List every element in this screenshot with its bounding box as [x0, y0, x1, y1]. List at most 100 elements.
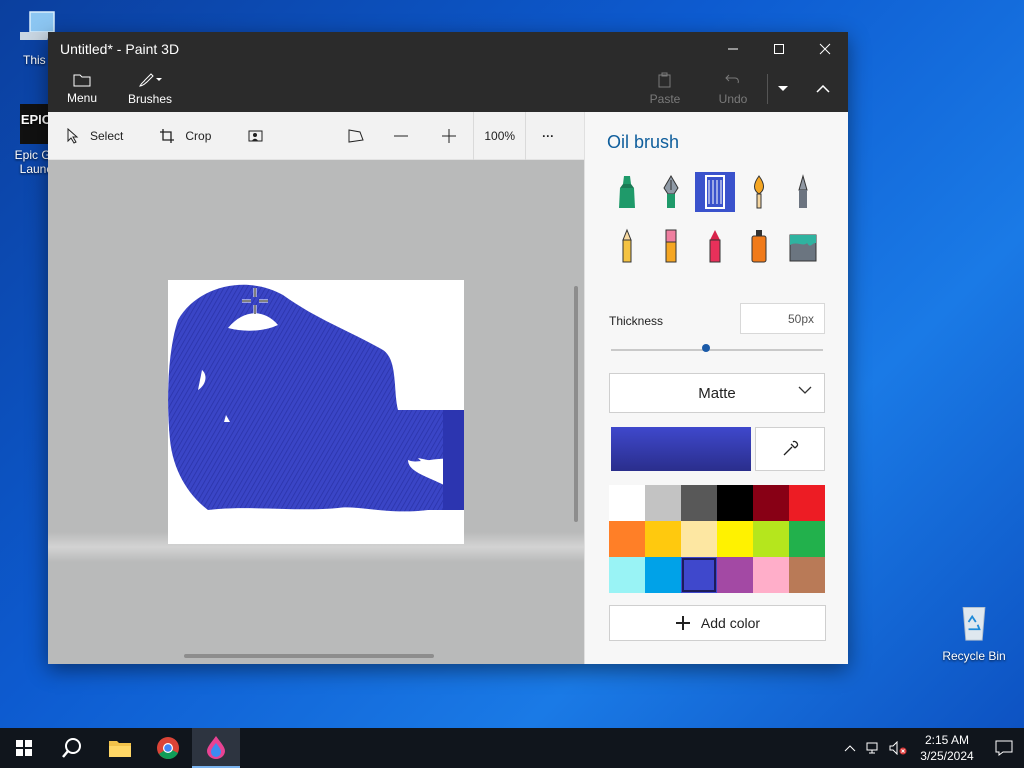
color-swatch[interactable]: [753, 521, 789, 557]
more-icon: ···: [542, 128, 555, 143]
brush-panel: Oil brush Thickness 50px Matte Add color: [584, 112, 848, 664]
color-swatch[interactable]: [717, 557, 753, 593]
desktop-icon-recycle-bin[interactable]: Recycle Bin: [938, 602, 1010, 663]
eyedropper-icon: [783, 440, 799, 456]
magic-select-icon: [248, 130, 263, 141]
network-button[interactable]: [862, 728, 886, 768]
add-color-button[interactable]: Add color: [609, 605, 826, 641]
crop-tool[interactable]: Crop: [141, 112, 229, 160]
brush-crayon[interactable]: [695, 226, 735, 266]
close-button[interactable]: [802, 32, 848, 66]
undo-button[interactable]: Undo: [699, 66, 767, 112]
volume-muted-icon: [889, 741, 907, 755]
search-button[interactable]: [48, 728, 96, 768]
volume-button[interactable]: [886, 728, 910, 768]
brush-watercolor[interactable]: [739, 172, 779, 212]
maximize-button[interactable]: [756, 32, 802, 66]
ribbon-actions: Paste Undo: [631, 66, 848, 112]
file-explorer-button[interactable]: [96, 728, 144, 768]
calligraphy-pen-icon: [663, 175, 679, 208]
oil-brush-icon: [705, 175, 725, 209]
finish-dropdown[interactable]: Matte: [609, 373, 825, 413]
pixel-pen-icon: [798, 174, 808, 208]
finish-value: Matte: [698, 384, 736, 402]
color-swatch[interactable]: [645, 485, 681, 521]
brush-pixel-pen[interactable]: [783, 172, 823, 212]
color-swatch[interactable]: [789, 521, 825, 557]
color-swatch[interactable]: [645, 521, 681, 557]
crop-icon: [160, 128, 175, 143]
brush-oil-brush[interactable]: [695, 172, 735, 212]
brushes-tab[interactable]: Brushes: [116, 66, 184, 112]
menu-label: Menu: [66, 91, 98, 105]
start-button[interactable]: [0, 728, 48, 768]
color-swatch[interactable]: [717, 521, 753, 557]
undo-icon: [725, 74, 739, 84]
cursor-icon: [67, 127, 79, 144]
paste-button[interactable]: Paste: [631, 66, 699, 112]
brush-pencil[interactable]: [607, 226, 647, 266]
brush-eraser[interactable]: [651, 226, 691, 266]
zoom-in-button[interactable]: [425, 112, 473, 160]
clock-time: 2:15 AM: [924, 733, 970, 747]
folder-icon: [73, 74, 91, 87]
close-icon: [819, 43, 831, 55]
tray-overflow-button[interactable]: [838, 728, 862, 768]
brush-marker[interactable]: [607, 172, 647, 212]
canvas-area[interactable]: [48, 160, 584, 664]
zoom-level[interactable]: 100%: [474, 112, 525, 160]
color-swatch[interactable]: [609, 521, 645, 557]
collapse-ribbon-button[interactable]: [798, 72, 848, 106]
color-swatch[interactable]: [717, 485, 753, 521]
crop-label: Crop: [185, 128, 212, 143]
thickness-slider-track[interactable]: [611, 349, 823, 351]
select-tool[interactable]: Select: [48, 112, 141, 160]
minimize-button[interactable]: [710, 32, 756, 66]
color-swatch[interactable]: [609, 485, 645, 521]
zoom-out-button[interactable]: [377, 112, 425, 160]
menu-button[interactable]: Menu: [48, 66, 116, 112]
brush-spray-can[interactable]: [739, 226, 779, 266]
paste-icon: [658, 72, 671, 88]
view-3d-button[interactable]: [335, 112, 377, 160]
chevron-down-icon: [778, 86, 788, 91]
select-label: Select: [90, 128, 124, 143]
horizontal-scrollbar[interactable]: [184, 654, 434, 658]
chrome-icon: [157, 737, 179, 759]
title-bar[interactable]: Untitled* - Paint 3D: [48, 32, 848, 66]
chrome-button[interactable]: [144, 728, 192, 768]
network-icon: [866, 742, 878, 754]
color-swatch[interactable]: [753, 485, 789, 521]
thickness-input[interactable]: 50px: [740, 303, 825, 334]
paint3d-taskbar-button[interactable]: [192, 728, 240, 768]
color-swatch[interactable]: [681, 485, 717, 521]
crosshair-cursor-icon: [242, 288, 268, 314]
color-swatch[interactable]: [753, 557, 789, 593]
eyedropper-button[interactable]: [755, 427, 825, 471]
clock[interactable]: 2:15 AM 3/25/2024: [910, 732, 984, 764]
color-swatch[interactable]: [789, 485, 825, 521]
notifications-button[interactable]: [984, 728, 1024, 768]
drawing-canvas[interactable]: [168, 280, 464, 544]
brush-dropdown-icon: [139, 73, 162, 87]
brush-calligraphy-pen[interactable]: [651, 172, 691, 212]
desktop-icon-label: Recycle Bin: [942, 649, 1006, 663]
vertical-scrollbar[interactable]: [574, 286, 578, 522]
brush-fill[interactable]: [783, 226, 823, 266]
panel-title: Oil brush: [607, 132, 680, 152]
magic-select-tool[interactable]: [229, 112, 283, 160]
history-dropdown-button[interactable]: [768, 72, 798, 106]
color-swatch[interactable]: [609, 557, 645, 593]
crayon-icon: [709, 230, 721, 263]
current-color-swatch[interactable]: [611, 427, 751, 471]
system-tray: 2:15 AM 3/25/2024: [838, 728, 1024, 768]
color-swatch[interactable]: [681, 557, 717, 593]
windows-icon: [16, 740, 32, 756]
more-options-button[interactable]: ···: [526, 112, 570, 160]
color-swatch[interactable]: [789, 557, 825, 593]
add-color-label: Add color: [700, 615, 761, 631]
clock-date: 3/25/2024: [920, 749, 974, 763]
color-swatch[interactable]: [645, 557, 681, 593]
brushes-label: Brushes: [127, 92, 173, 106]
color-swatch[interactable]: [681, 521, 717, 557]
